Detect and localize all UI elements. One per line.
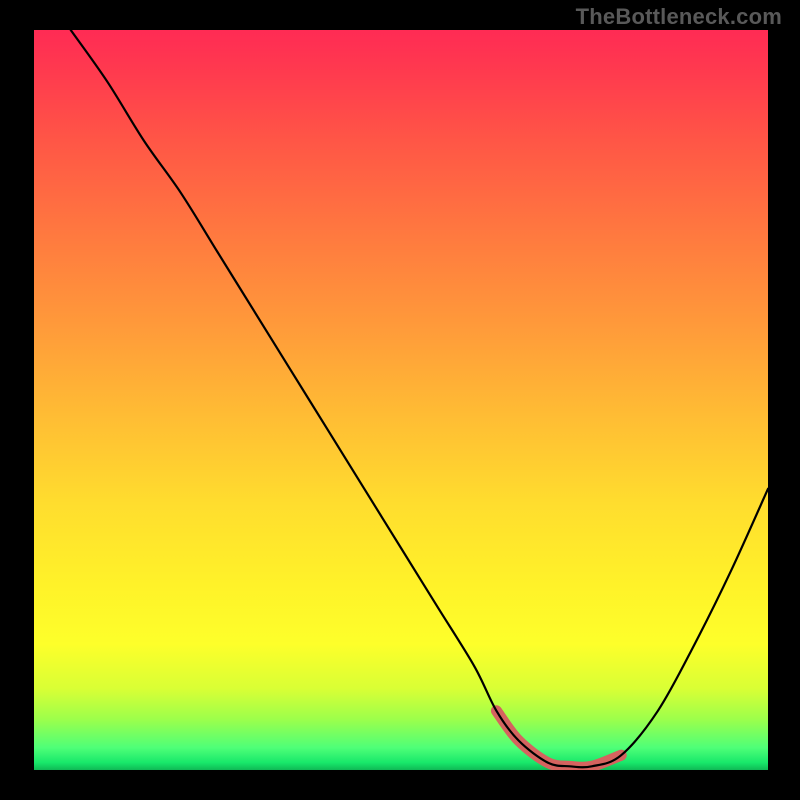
chart-frame: TheBottleneck.com bbox=[0, 0, 800, 800]
watermark-text: TheBottleneck.com bbox=[576, 4, 782, 30]
curve-svg bbox=[34, 30, 768, 770]
plot-area bbox=[34, 30, 768, 770]
curve-highlight bbox=[496, 711, 621, 767]
curve-line bbox=[71, 30, 768, 767]
